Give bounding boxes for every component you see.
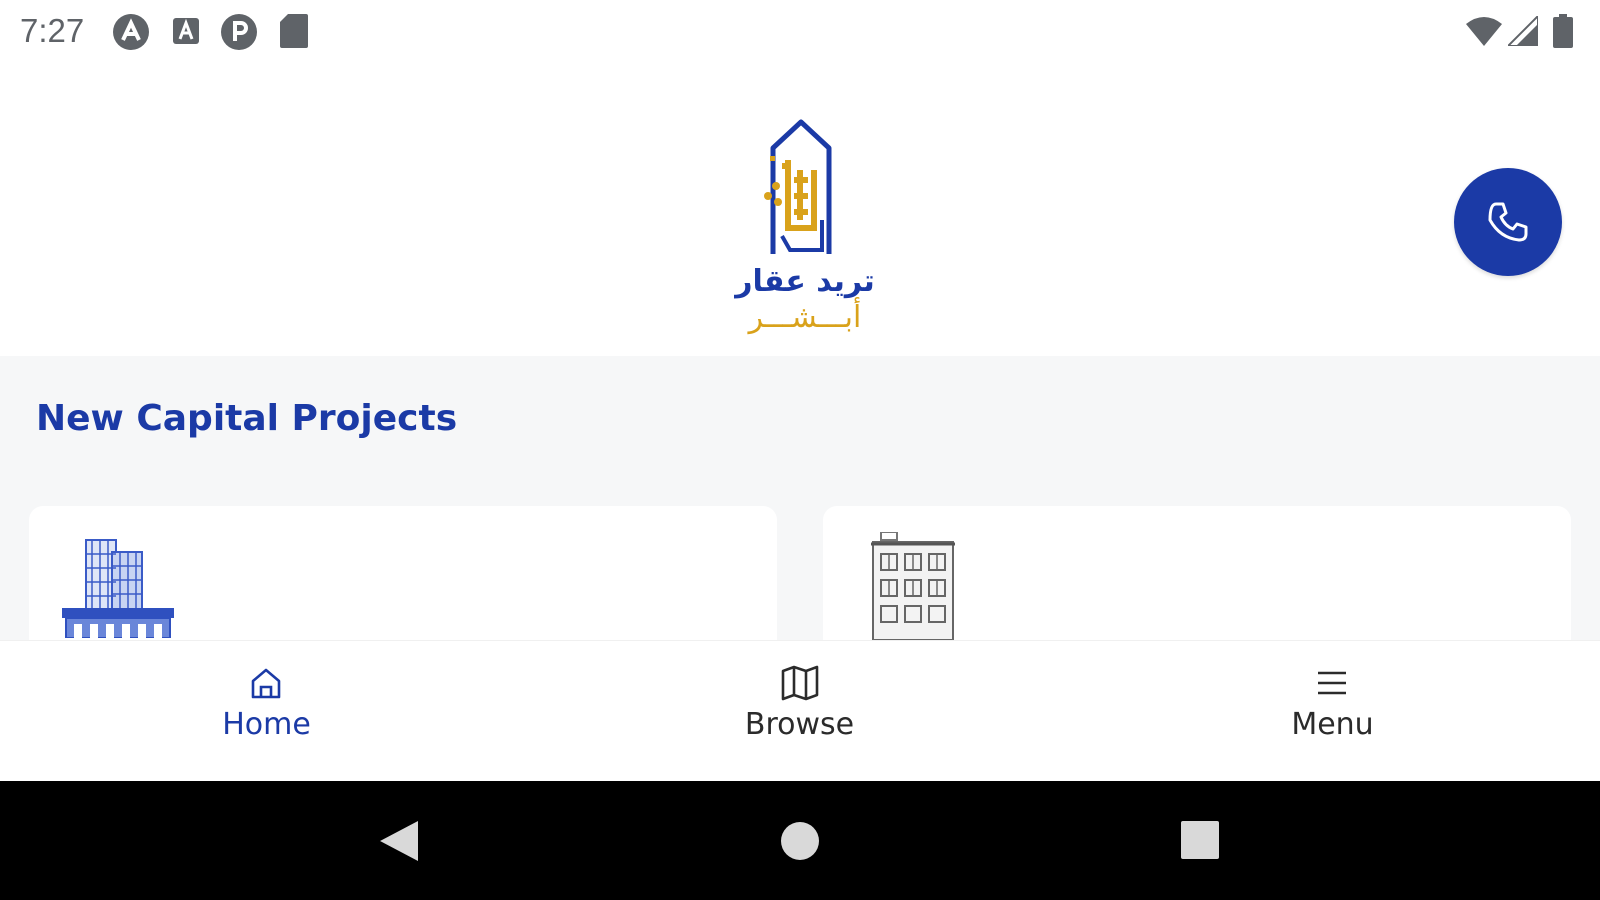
project-card[interactable]: [823, 506, 1571, 640]
system-navigation-bar: [0, 781, 1600, 900]
status-bar: 7:27: [0, 0, 1600, 64]
nav-home[interactable]: Home: [0, 641, 533, 782]
battery-icon: [1553, 14, 1573, 53]
nav-home-label: Home: [222, 707, 311, 742]
sd-card-icon: [280, 14, 308, 53]
status-time: 7:27: [20, 12, 85, 49]
main-content: New Capital Projects: [0, 356, 1600, 640]
logo-emblem-icon: [764, 119, 832, 254]
signal-icon: [1505, 13, 1539, 51]
phone-icon: [1488, 202, 1528, 242]
p-circle-icon: [220, 13, 258, 56]
app-notification-icon: [112, 13, 150, 56]
brand-logo: تريد عقار أبـــشـــر: [730, 100, 880, 350]
menu-icon: [1318, 671, 1346, 695]
nav-menu-label: Menu: [1291, 707, 1374, 742]
home-circle-icon[interactable]: [780, 821, 820, 861]
section-title: New Capital Projects: [36, 398, 458, 439]
logo-text-arabic: تريد عقار: [735, 264, 875, 299]
nav-browse-label: Browse: [744, 707, 855, 742]
wifi-icon: [1466, 16, 1502, 51]
map-icon: [781, 665, 819, 701]
call-button[interactable]: [1454, 168, 1562, 276]
project-card[interactable]: [29, 506, 777, 640]
nav-browse[interactable]: Browse: [533, 641, 1066, 782]
bottom-navigation: Home Browse Menu: [0, 640, 1600, 782]
app-header: تريد عقار أبـــشـــر: [0, 64, 1600, 356]
nav-menu[interactable]: Menu: [1066, 641, 1599, 782]
back-icon[interactable]: [378, 819, 420, 863]
tower-building-icon: [62, 539, 174, 638]
logo-subtext-arabic: أبـــشـــر: [748, 300, 862, 335]
a-box-icon: [172, 17, 200, 50]
recents-icon[interactable]: [1181, 821, 1219, 859]
home-icon: [251, 668, 281, 699]
apartment-building-icon: [871, 532, 955, 640]
